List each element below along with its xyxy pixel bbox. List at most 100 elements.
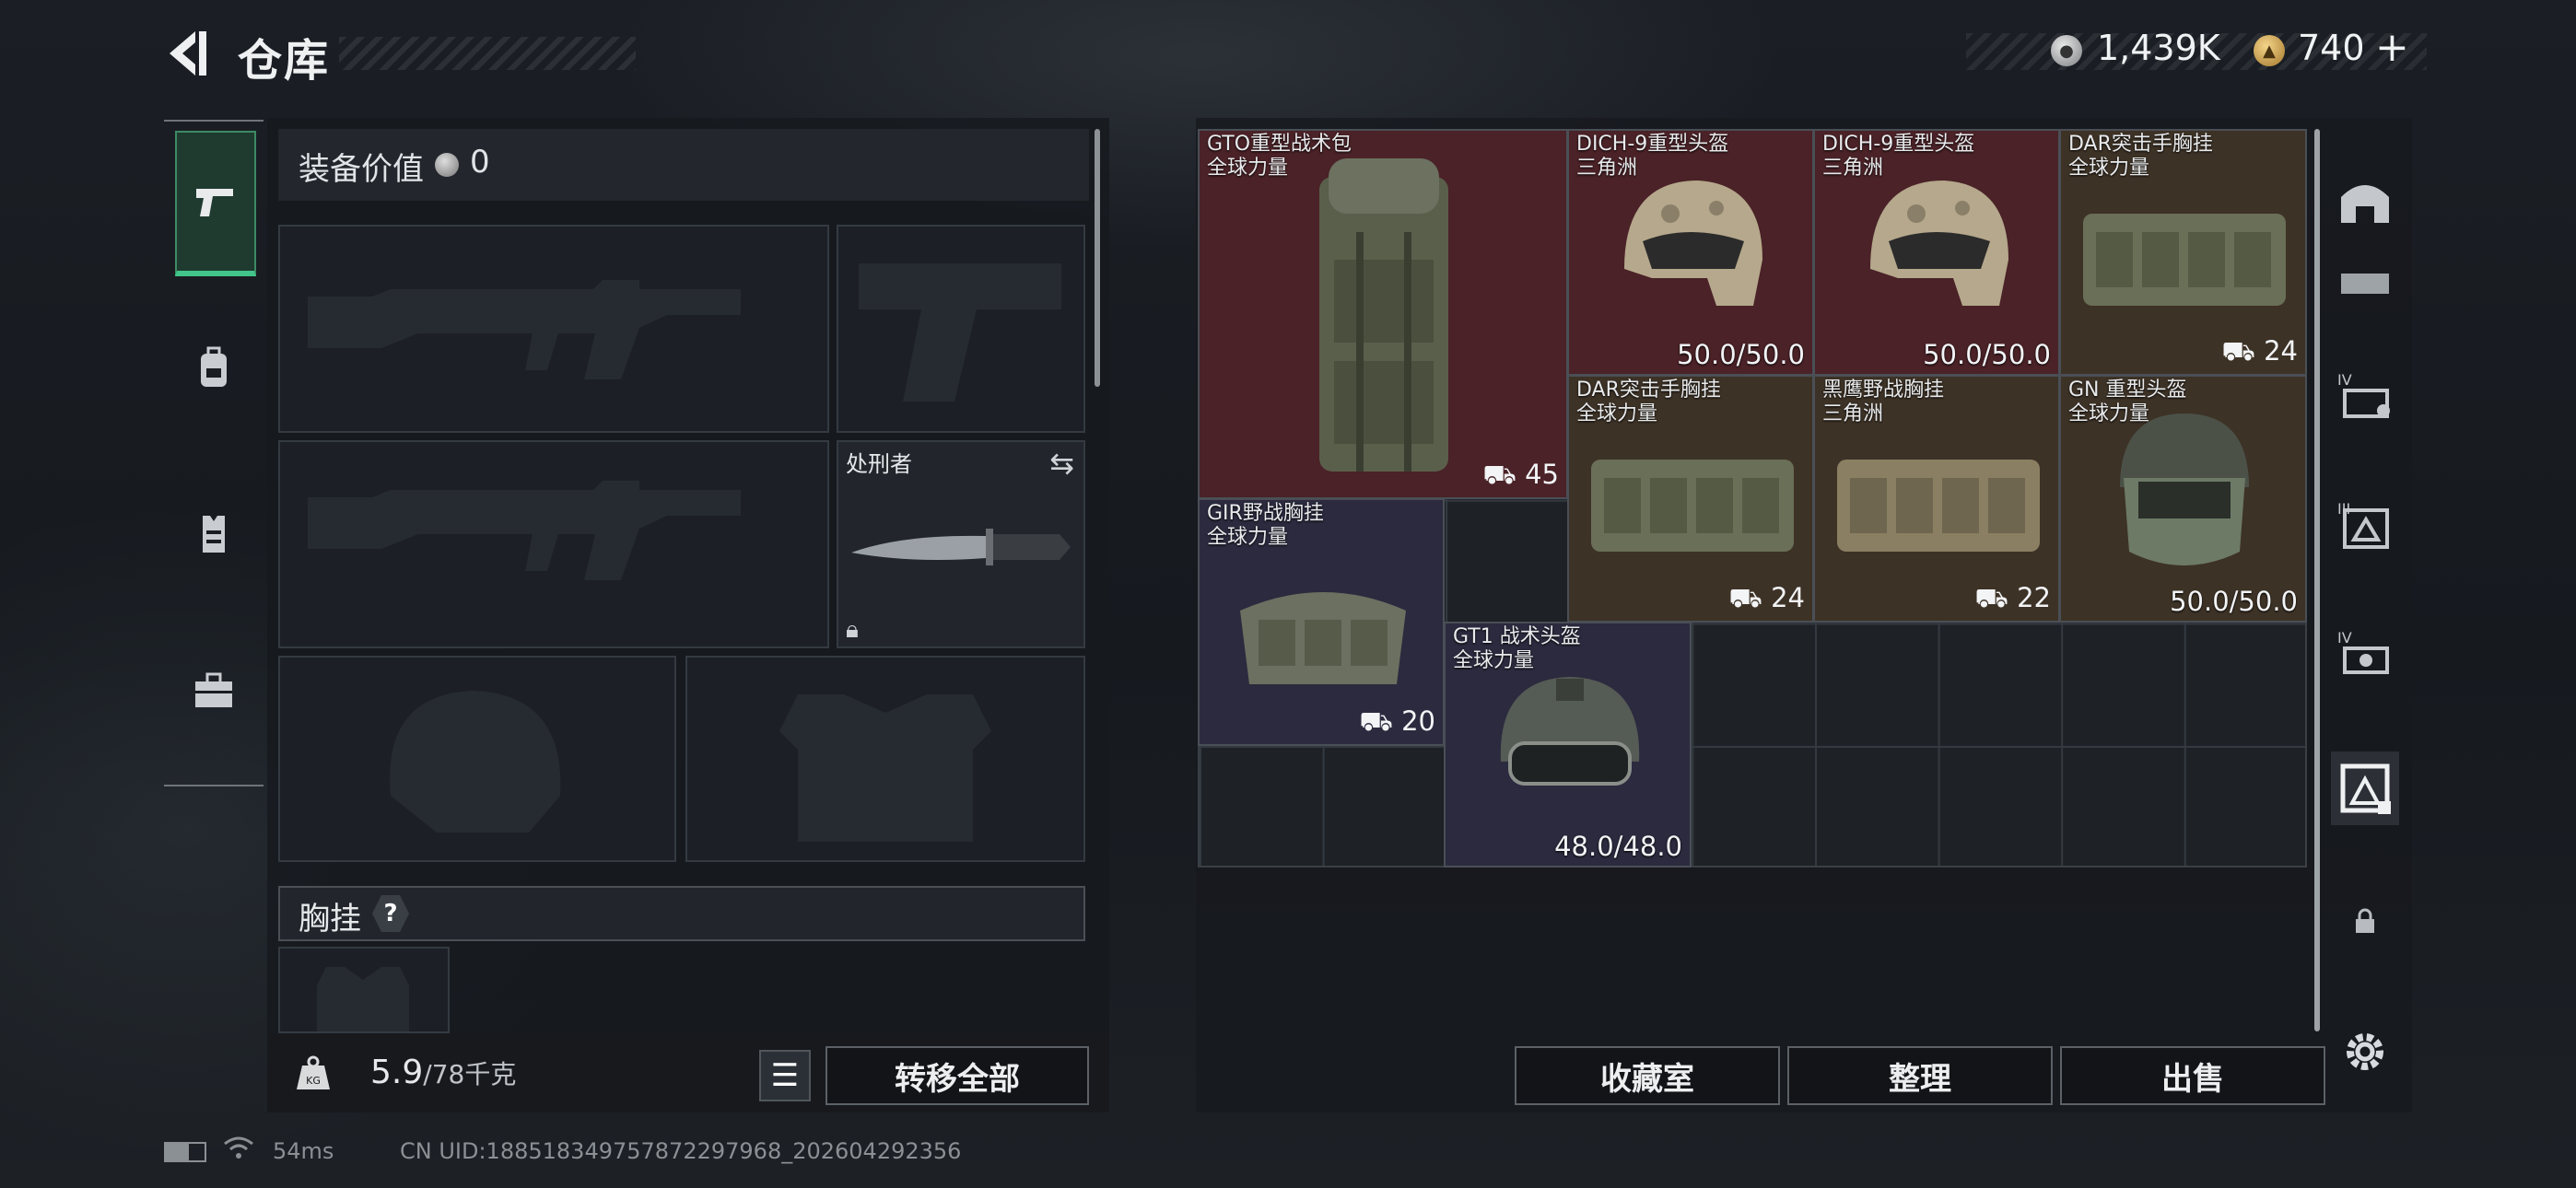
list-view-button[interactable]: ☰ bbox=[759, 1050, 811, 1101]
storage-home-icon[interactable] bbox=[2331, 162, 2399, 236]
storage-tier-4b-icon[interactable]: IV bbox=[2331, 617, 2399, 691]
storage-tier-4a-icon[interactable]: IV bbox=[2331, 359, 2399, 433]
item-name: DAR突击手胸挂 bbox=[1576, 379, 1721, 402]
tab-backpack[interactable] bbox=[175, 295, 252, 442]
tab-case[interactable] bbox=[175, 617, 252, 764]
silver-coin-icon bbox=[435, 153, 459, 177]
pistol-slot[interactable] bbox=[837, 225, 1085, 433]
title-decoration bbox=[339, 37, 636, 70]
item-source: 全球力量 bbox=[1207, 526, 1289, 549]
vest-icon bbox=[203, 516, 225, 553]
ping-readout: 54ms bbox=[273, 1138, 334, 1164]
lock-icon: 🔒︎ bbox=[846, 616, 859, 644]
knife-icon bbox=[851, 529, 1071, 565]
tab-chest-rig[interactable] bbox=[175, 460, 252, 608]
briefcase-icon bbox=[195, 672, 232, 707]
helmet-icon bbox=[1870, 181, 2008, 306]
item-value: 24 bbox=[2264, 335, 2298, 367]
helmet-icon bbox=[1500, 677, 1640, 786]
item-durability: 50.0/50.0 bbox=[2170, 586, 2298, 617]
item-name: DICH-9重型头盔 bbox=[1822, 133, 1975, 156]
item-name: 黑鹰野战胸挂 bbox=[1822, 379, 1945, 402]
add-gold-button[interactable]: + bbox=[2375, 24, 2409, 71]
item-card[interactable]: DAR突击手胸挂 全球力量 ⛟ 24 bbox=[1567, 375, 1814, 623]
page-title: 仓库 bbox=[238, 35, 331, 87]
sort-button[interactable]: 整理 bbox=[1787, 1046, 2053, 1105]
storage-tier-3-icon[interactable]: III bbox=[2331, 488, 2399, 562]
secondary-weapon-slot[interactable] bbox=[278, 440, 829, 648]
back-button[interactable] bbox=[164, 29, 210, 77]
item-durability: 50.0/50.0 bbox=[1923, 339, 2051, 370]
swap-icon[interactable]: ⇆ bbox=[1049, 446, 1074, 481]
melee-name: 处刑者 bbox=[846, 451, 912, 477]
item-capacity: ⛟ 22 bbox=[1974, 582, 2051, 617]
rifle-silhouette-icon bbox=[308, 280, 741, 379]
item-card[interactable]: GTO重型战术包 全球力量 ⛟ 45 bbox=[1198, 129, 1568, 499]
svg-text:KG: KG bbox=[306, 1075, 321, 1087]
backpack-icon bbox=[201, 346, 227, 387]
svg-text:IV: IV bbox=[2337, 371, 2352, 389]
capacity-icon: ⛟ bbox=[1359, 705, 1402, 737]
item-source: 全球力量 bbox=[2068, 157, 2150, 180]
sell-button[interactable]: 出售 bbox=[2060, 1046, 2325, 1105]
item-durability: 50.0/50.0 bbox=[1677, 339, 1805, 370]
lock-icon bbox=[2331, 884, 2399, 958]
item-card[interactable]: DICH-9重型头盔 三角洲 50.0/50.0 bbox=[1813, 129, 2060, 376]
item-name: GT1 战术头盔 bbox=[1453, 625, 1581, 648]
chest-rig-label: 胸挂 bbox=[299, 901, 361, 938]
item-value: 20 bbox=[1401, 705, 1435, 737]
equipment-value: 0 bbox=[470, 144, 490, 181]
backpack-icon bbox=[1319, 158, 1448, 472]
storage-tier-active-icon[interactable] bbox=[2331, 751, 2399, 825]
chest-rig-slot[interactable] bbox=[278, 947, 450, 1033]
user-uid: CN UID:1885183497578722979​68_2026042923… bbox=[400, 1138, 962, 1164]
vest-silhouette-icon bbox=[317, 967, 409, 1031]
item-source: 全球力量 bbox=[1576, 402, 1658, 425]
weight-readout: 5.9/78千克 bbox=[370, 1054, 516, 1091]
item-durability: 48.0/48.0 bbox=[1554, 831, 1682, 862]
equipment-value-label: 装备价值 bbox=[299, 151, 424, 188]
primary-weapon-slot[interactable] bbox=[278, 225, 829, 433]
armor-silhouette-icon bbox=[779, 694, 991, 842]
item-capacity: ⛟ 20 bbox=[1359, 705, 1435, 740]
melee-slot[interactable]: 处刑者 ⇆ 🔒︎ bbox=[837, 440, 1085, 648]
battery-icon bbox=[164, 1142, 206, 1162]
capacity-icon: ⛟ bbox=[1482, 459, 1526, 490]
item-card[interactable]: DAR突击手胸挂 全球力量 ⛟ 24 bbox=[2059, 129, 2307, 376]
pistol-silhouette-icon bbox=[859, 263, 1061, 402]
item-card[interactable]: GIR野战胸挂 全球力量 ⛟ 20 bbox=[1198, 498, 1445, 746]
back-arrow-icon bbox=[170, 31, 206, 76]
chest-rig-icon bbox=[2083, 214, 2286, 306]
item-value: 24 bbox=[1771, 582, 1805, 613]
armor-slot[interactable] bbox=[685, 656, 1085, 862]
item-card[interactable]: 黑鹰野战胸挂 三角洲 ⛟ 22 bbox=[1813, 375, 2060, 623]
settings-gear-icon[interactable] bbox=[2331, 1015, 2399, 1089]
chest-rig-icon bbox=[1837, 460, 2040, 552]
item-source: 三角洲 bbox=[1822, 402, 1884, 425]
helmet-icon bbox=[1624, 181, 1762, 306]
collection-room-button[interactable]: 收藏室 bbox=[1515, 1046, 1780, 1105]
weight-current: 5.9 bbox=[370, 1054, 424, 1091]
helmet-slot[interactable] bbox=[278, 656, 676, 862]
chest-rig-icon bbox=[1240, 592, 1406, 684]
item-capacity: ⛟ 24 bbox=[1728, 582, 1805, 617]
gold-amount: 740 bbox=[2298, 28, 2365, 68]
weight-kg-icon: KG bbox=[276, 1033, 350, 1112]
loadout-scrollbar[interactable] bbox=[1095, 129, 1100, 387]
item-name: GN 重型头盔 bbox=[2068, 379, 2187, 402]
tab-weapons[interactable] bbox=[175, 131, 256, 276]
gold-coin-icon: ▲ bbox=[2254, 35, 2285, 66]
wifi-icon bbox=[223, 1135, 254, 1167]
helmet-silhouette-icon bbox=[390, 691, 561, 833]
capacity-icon: ⛟ bbox=[1728, 582, 1772, 613]
item-card[interactable]: GT1 战术头盔 全球力量 48.0/48.0 bbox=[1444, 622, 1692, 868]
capacity-icon: ⛟ bbox=[1974, 582, 2018, 613]
rifle-silhouette-icon bbox=[308, 481, 741, 580]
item-capacity: ⛟ 24 bbox=[2221, 335, 2298, 370]
item-card[interactable]: DICH-9重型头盔 三角洲 50.0/50.0 bbox=[1567, 129, 1814, 376]
item-capacity: ⛟ 45 bbox=[1482, 459, 1559, 494]
item-card[interactable]: GN 重型头盔 全球力量 50.0/50.0 bbox=[2059, 375, 2307, 623]
storage-cabinet-icon[interactable] bbox=[2331, 247, 2399, 320]
transfer-all-button[interactable]: 转移全部 bbox=[825, 1046, 1089, 1105]
pistol-icon bbox=[196, 189, 233, 216]
